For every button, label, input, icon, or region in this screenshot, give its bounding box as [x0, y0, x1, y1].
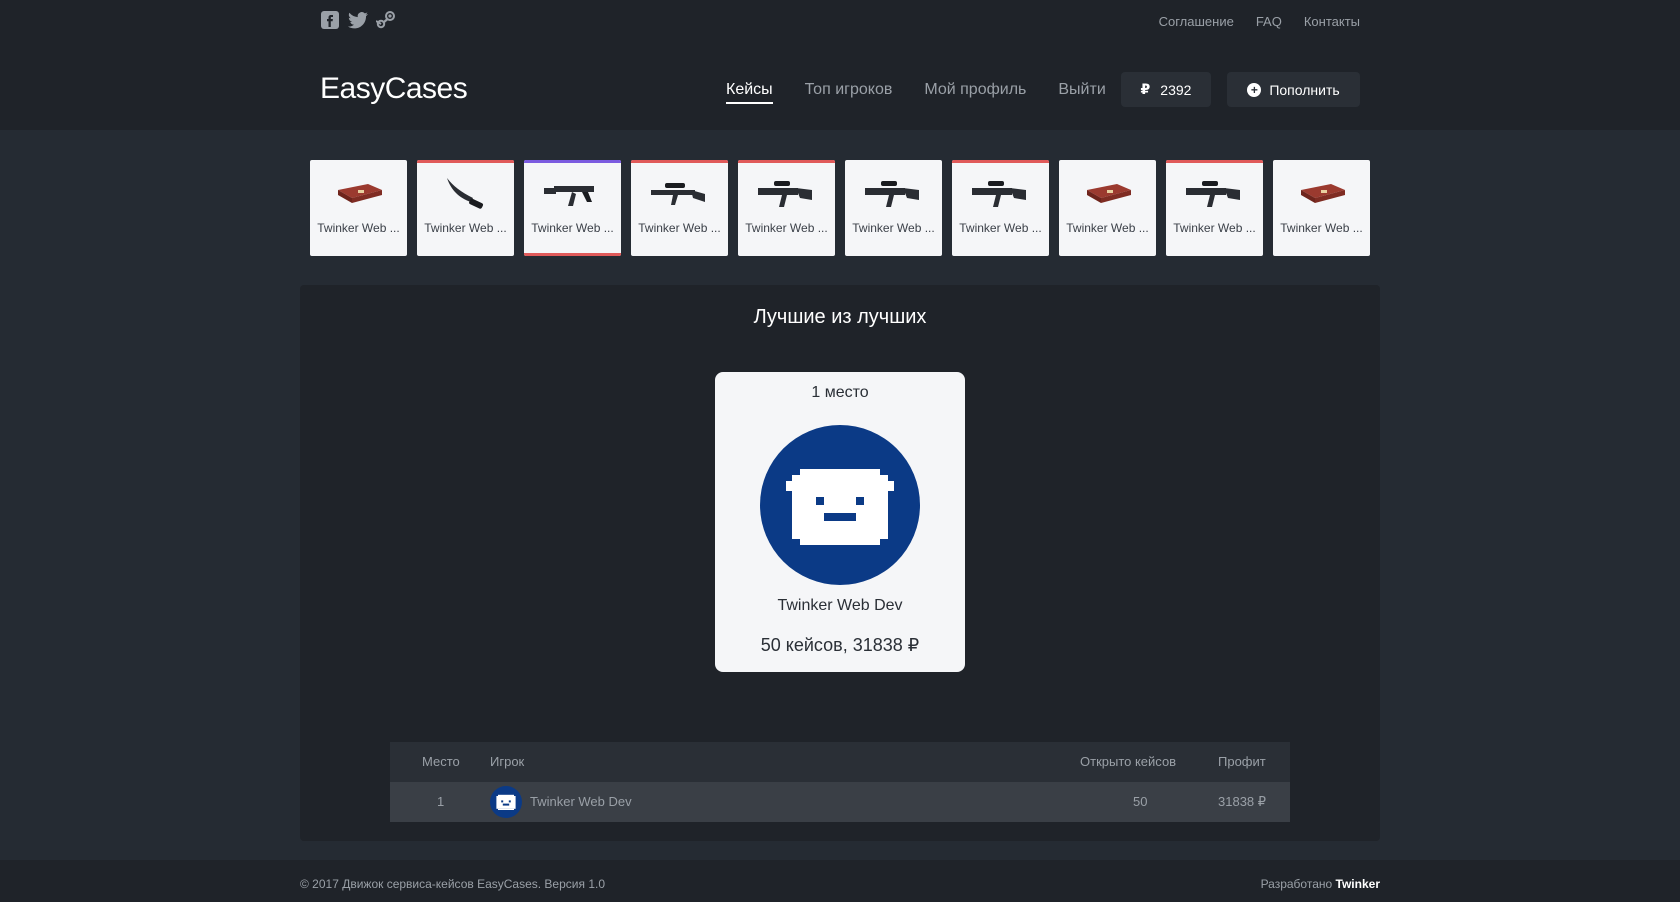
site-header: Соглашение FAQ Контакты EasyCases Кейсы … [0, 0, 1680, 130]
drop-label: Twinker Web ... [531, 221, 614, 235]
social-links [320, 10, 396, 30]
header-place: Место [422, 754, 460, 769]
facebook-icon[interactable] [320, 10, 340, 30]
winner-stats: 50 кейсов, 31838 ₽ [760, 635, 920, 655]
live-drops: Twinker Web ... Twinker Web ... Twinker … [310, 160, 1370, 256]
rarity-bar [738, 160, 835, 163]
panel-title: Лучшие из лучших [753, 306, 927, 328]
header-profit: Профит [1218, 754, 1266, 769]
steam-icon[interactable] [376, 10, 396, 30]
developer-link[interactable]: Twinker [1336, 877, 1380, 891]
balance-button[interactable]: ₽ 2392 [1121, 72, 1211, 107]
rarity-bar [952, 160, 1049, 163]
case-icon [1301, 184, 1345, 203]
row-player[interactable]: Twinker Web Dev [530, 794, 632, 809]
drop-item[interactable]: Twinker Web ... [1273, 160, 1370, 256]
drop-item[interactable]: Twinker Web ... [631, 160, 728, 256]
drop-label: Twinker Web ... [1173, 221, 1256, 235]
top-links: Соглашение FAQ Контакты [1159, 14, 1360, 29]
plus-circle-icon: + [1247, 82, 1262, 97]
agreement-link[interactable]: Соглашение [1159, 14, 1234, 29]
ruble-icon: ₽ [1140, 81, 1151, 97]
table-header: Место Игрок Открыто кейсов Профит [390, 742, 1290, 782]
rarity-bar [1166, 160, 1263, 163]
drop-label: Twinker Web ... [1066, 221, 1149, 235]
topup-button[interactable]: + Пополнить [1227, 72, 1360, 107]
smg-icon [1186, 181, 1240, 207]
drop-label: Twinker Web ... [959, 221, 1042, 235]
header-player: Игрок [490, 754, 525, 769]
robot-avatar-icon [496, 794, 516, 810]
developer-credit: Разработано Twinker [1261, 877, 1380, 891]
drop-item[interactable]: Twinker Web ... [310, 160, 407, 256]
table-row[interactable]: 1 Twinker Web Dev 50 31838 ₽ [390, 782, 1290, 822]
copyright: © 2017 Движок сервиса-кейсов EasyCases. … [300, 877, 605, 891]
smg-icon [972, 181, 1026, 207]
players-table: Место Игрок Открыто кейсов Профит 1 Twin… [390, 742, 1290, 822]
drop-item[interactable]: Twinker Web ... [524, 160, 621, 256]
row-place: 1 [437, 794, 445, 809]
winner-card[interactable]: 1 место Twinker Web Dev 50 кейсов, 31838… [715, 372, 965, 672]
rarity-bar-bottom [524, 253, 621, 256]
drop-label: Twinker Web ... [317, 221, 400, 235]
balance-value: 2392 [1160, 81, 1192, 98]
rarity-bar [417, 160, 514, 163]
main-nav: Кейсы Топ игроков Мой профиль Выйти [726, 81, 1106, 104]
drop-label: Twinker Web ... [638, 221, 721, 235]
avatar [760, 425, 920, 585]
site-footer: © 2017 Движок сервиса-кейсов EasyCases. … [0, 860, 1680, 902]
avatar [490, 786, 522, 818]
smg-icon [865, 181, 919, 207]
winner-place: 1 место [811, 384, 869, 401]
drop-label: Twinker Web ... [424, 221, 507, 235]
drop-label: Twinker Web ... [745, 221, 828, 235]
drop-item[interactable]: Twinker Web ... [845, 160, 942, 256]
case-icon [1087, 184, 1131, 203]
case-icon [338, 184, 382, 203]
nav-my-profile[interactable]: Мой профиль [924, 81, 1026, 104]
row-opened: 50 [1133, 794, 1148, 809]
sniper-icon [651, 183, 705, 205]
smg-icon [758, 181, 812, 207]
rarity-bar [631, 160, 728, 163]
header-opened: Открыто кейсов [1080, 754, 1177, 769]
drop-label: Twinker Web ... [852, 221, 935, 235]
drop-item[interactable]: Twinker Web ... [417, 160, 514, 256]
drop-label: Twinker Web ... [1280, 221, 1363, 235]
drop-item[interactable]: Twinker Web ... [952, 160, 1049, 256]
faq-link[interactable]: FAQ [1256, 14, 1282, 29]
rifle-icon [544, 186, 594, 206]
site-logo[interactable]: EasyCases [320, 72, 468, 106]
contacts-link[interactable]: Контакты [1304, 14, 1360, 29]
top-players-panel: Лучшие из лучших 1 место Twinker Web Dev… [300, 285, 1380, 841]
topup-label: Пополнить [1269, 81, 1340, 98]
rarity-bar [524, 160, 621, 163]
developer-prefix: Разработано [1260, 877, 1333, 891]
drop-item[interactable]: Twinker Web ... [1059, 160, 1156, 256]
winner-name: Twinker Web Dev [777, 597, 903, 614]
nav-top-players[interactable]: Топ игроков [805, 81, 893, 104]
nav-logout[interactable]: Выйти [1058, 81, 1105, 104]
row-profit: 31838 ₽ [1218, 794, 1267, 809]
nav-cases[interactable]: Кейсы [726, 81, 773, 104]
knife-icon [447, 178, 484, 209]
robot-avatar-icon [786, 469, 894, 545]
twitter-icon[interactable] [348, 10, 368, 30]
drop-item[interactable]: Twinker Web ... [1166, 160, 1263, 256]
drop-item[interactable]: Twinker Web ... [738, 160, 835, 256]
